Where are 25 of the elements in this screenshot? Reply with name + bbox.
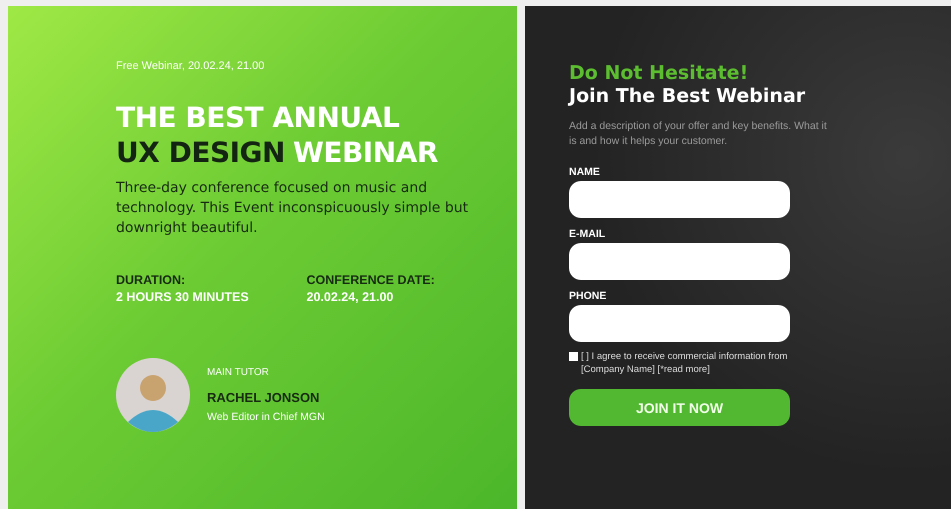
description-text: Three-day conference focused on music and technology. This Event inconspicuously simple but downright beautiful. <box>116 179 470 238</box>
tutor-name-text: RACHEL JONSON <box>207 390 320 405</box>
field-label: NAME <box>569 166 601 178</box>
headline-text: WEBINAR <box>292 136 438 169</box>
headline-text: THE BEST ANNUAL <box>116 101 400 134</box>
consent-text: [ ] I agree to receive commercial information from [Company Name] [*read more] <box>581 350 788 376</box>
input-field[interactable] <box>569 243 790 280</box>
fact-label: DURATION: <box>116 272 186 289</box>
tutor-role-text: MAIN TUTOR <box>207 367 270 378</box>
signup-heading: Join The Best Webinar <box>569 85 806 107</box>
kicker-text: Do Not Hesitate! <box>569 62 750 84</box>
field-label: E-MAIL <box>569 228 606 240</box>
headline-text: UX DESIGN <box>116 136 285 169</box>
signup-description-text: Add a description of your offer and key benefits. What it is and how it helps your customer. <box>569 119 828 149</box>
input-field[interactable] <box>569 181 790 218</box>
tutor-position-text: Web Editor in Chief MGN <box>207 411 325 423</box>
join-button[interactable]: JOIN IT NOW <box>569 389 790 426</box>
avatar-silhouette-icon <box>116 358 190 432</box>
event-date-text: Free Webinar, 20.02.24, 21.00 <box>116 60 266 72</box>
field-label: PHONE <box>569 290 608 302</box>
fact-value: 20.02.24, 21.00 <box>306 289 394 306</box>
consent-checkbox[interactable] <box>569 352 578 361</box>
fact-label: CONFERENCE DATE: <box>306 272 436 289</box>
fact-value: 2 HOURS 30 MINUTES <box>116 289 250 306</box>
input-field[interactable] <box>569 305 790 342</box>
